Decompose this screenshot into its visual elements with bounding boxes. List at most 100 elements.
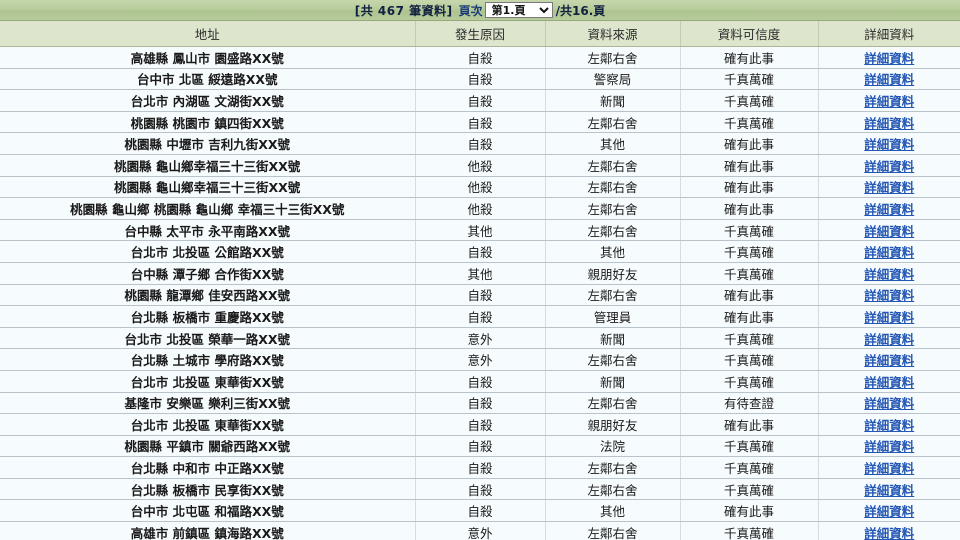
cell-cause: 自殺: [415, 68, 546, 91]
cell-source: 法院: [545, 435, 681, 458]
column-header-detail: 詳細資料: [818, 21, 960, 47]
detail-link[interactable]: 詳細資料: [864, 332, 914, 347]
cell-source: 警察局: [545, 68, 681, 91]
detail-link[interactable]: 詳細資料: [864, 116, 914, 131]
detail-link[interactable]: 詳細資料: [864, 224, 914, 239]
detail-link[interactable]: 詳細資料: [864, 353, 914, 368]
column-header-address: 地址: [0, 21, 416, 47]
detail-link[interactable]: 詳細資料: [864, 94, 914, 109]
cell-credibility: 千真萬確: [680, 111, 819, 134]
table-row: 高雄縣 鳳山市 園盛路XX號 自殺 左鄰右舍 確有此事 詳細資料: [0, 46, 960, 69]
cell-address: 台北縣 板橋市 民享街XX號: [0, 478, 416, 501]
table-row: 台北市 北投區 公館路XX號 自殺 其他 千真萬確 詳細資料: [0, 240, 960, 263]
cell-detail: 詳細資料: [818, 478, 960, 501]
cell-cause: 他殺: [415, 197, 546, 220]
cell-detail: 詳細資料: [818, 305, 960, 328]
cell-detail: 詳細資料: [818, 348, 960, 371]
cell-credibility: 千真萬確: [680, 435, 819, 458]
detail-link[interactable]: 詳細資料: [864, 245, 914, 260]
cell-cause: 自殺: [415, 370, 546, 393]
detail-link[interactable]: 詳細資料: [864, 418, 914, 433]
cell-source: 親朋好友: [545, 413, 681, 436]
table-row: 高雄市 前鎮區 鎮海路XX號 意外 左鄰右舍 千真萬確 詳細資料: [0, 521, 960, 540]
cell-credibility: 千真萬確: [680, 478, 819, 501]
cell-credibility: 千真萬確: [680, 456, 819, 479]
column-header-credibility: 資料可信度: [680, 21, 819, 47]
cell-detail: 詳細資料: [818, 89, 960, 112]
detail-link[interactable]: 詳細資料: [864, 461, 914, 476]
cell-cause: 自殺: [415, 284, 546, 307]
cell-cause: 自殺: [415, 478, 546, 501]
table-row: 桃園縣 龜山鄉 桃園縣 龜山鄉 幸福三十三街XX號 他殺 左鄰右舍 確有此事 詳細資料: [0, 197, 960, 220]
cell-address: 高雄市 前鎮區 鎮海路XX號: [0, 521, 416, 540]
table-header-row: 地址 發生原因 資料來源 資料可信度 詳細資料: [0, 21, 960, 47]
table-row: 台中縣 太平市 永平南路XX號 其他 左鄰右舍 千真萬確 詳細資料: [0, 219, 960, 242]
cell-source: 左鄰右舍: [545, 456, 681, 479]
detail-link[interactable]: 詳細資料: [864, 310, 914, 325]
cell-detail: 詳細資料: [818, 197, 960, 220]
cell-detail: 詳細資料: [818, 176, 960, 199]
table-body: 高雄縣 鳳山市 園盛路XX號 自殺 左鄰右舍 確有此事 詳細資料 台中市 北區 綏遠路XX…: [0, 46, 960, 540]
cell-address: 台中市 北屯區 和福路XX號: [0, 499, 416, 523]
cell-address: 台中市 北區 綏遠路XX號: [0, 68, 416, 91]
cell-cause: 他殺: [415, 176, 546, 199]
cell-cause: 其他: [415, 262, 546, 285]
cell-address: 台北市 內湖區 文湖街XX號: [0, 89, 416, 112]
cell-source: 左鄰右舍: [545, 478, 681, 501]
cell-source: 左鄰右舍: [545, 219, 681, 242]
detail-link[interactable]: 詳細資料: [864, 504, 914, 519]
detail-link[interactable]: 詳細資料: [864, 202, 914, 217]
table-row: 台中縣 潭子鄉 合作街XX號 其他 親朋好友 千真萬確 詳細資料: [0, 262, 960, 285]
detail-link[interactable]: 詳細資料: [864, 180, 914, 195]
detail-link[interactable]: 詳細資料: [864, 375, 914, 390]
cell-address: 台北縣 中和市 中正路XX號: [0, 456, 416, 479]
cell-detail: 詳細資料: [818, 284, 960, 307]
cell-address: 台北縣 土城市 學府路XX號: [0, 348, 416, 371]
cell-credibility: 確有此事: [680, 154, 819, 177]
detail-link[interactable]: 詳細資料: [864, 137, 914, 152]
cell-credibility: 千真萬確: [680, 240, 819, 263]
detail-link[interactable]: 詳細資料: [864, 288, 914, 303]
cell-cause: 意外: [415, 348, 546, 371]
cell-source: 左鄰右舍: [545, 348, 681, 371]
cell-cause: 自殺: [415, 499, 546, 523]
table-row: 台北縣 板橋市 重慶路XX號 自殺 管理員 確有此事 詳細資料: [0, 305, 960, 328]
cell-detail: 詳細資料: [818, 240, 960, 263]
cell-credibility: 確有此事: [680, 197, 819, 220]
cell-address: 台中縣 潭子鄉 合作街XX號: [0, 262, 416, 285]
table-row: 台北縣 土城市 學府路XX號 意外 左鄰右舍 千真萬確 詳細資料: [0, 348, 960, 371]
cell-credibility: 確有此事: [680, 284, 819, 307]
table-header: 地址 發生原因 資料來源 資料可信度 詳細資料: [0, 21, 960, 47]
detail-link[interactable]: 詳細資料: [864, 439, 914, 454]
cell-source: 左鄰右舍: [545, 284, 681, 307]
cell-address: 台北市 北投區 公館路XX號: [0, 240, 416, 263]
cell-cause: 自殺: [415, 435, 546, 458]
detail-link[interactable]: 詳細資料: [864, 526, 914, 540]
detail-link[interactable]: 詳細資料: [864, 72, 914, 87]
cell-credibility: 確有此事: [680, 305, 819, 328]
cell-detail: 詳細資料: [818, 46, 960, 69]
cell-address: 桃園縣 龜山鄉 桃園縣 龜山鄉 幸福三十三街XX號: [0, 197, 416, 220]
cell-cause: 他殺: [415, 154, 546, 177]
cell-address: 高雄縣 鳳山市 園盛路XX號: [0, 46, 416, 69]
cell-detail: 詳細資料: [818, 435, 960, 458]
cell-credibility: 千真萬確: [680, 219, 819, 242]
detail-link[interactable]: 詳細資料: [864, 396, 914, 411]
detail-link[interactable]: 詳細資料: [864, 51, 914, 66]
detail-link[interactable]: 詳細資料: [864, 483, 914, 498]
detail-link[interactable]: 詳細資料: [864, 159, 914, 174]
table-row: 桃園縣 龜山鄉幸福三十三街XX號 他殺 左鄰右舍 確有此事 詳細資料: [0, 154, 960, 177]
cell-cause: 自殺: [415, 413, 546, 436]
cell-credibility: 千真萬確: [680, 68, 819, 91]
table-row: 桃園縣 桃園市 鎮四街XX號 自殺 左鄰右舍 千真萬確 詳細資料: [0, 111, 960, 134]
page-select[interactable]: 第1.頁第2.頁第3.頁第4.頁第5.頁第6.頁第7.頁第8.頁第9.頁第10.…: [484, 2, 553, 18]
cell-detail: 詳細資料: [818, 219, 960, 242]
cell-detail: 詳細資料: [818, 499, 960, 523]
cell-credibility: 千真萬確: [680, 262, 819, 285]
cell-cause: 自殺: [415, 392, 546, 415]
cell-credibility: 確有此事: [680, 499, 819, 523]
cell-detail: 詳細資料: [818, 111, 960, 134]
cell-address: 台北市 北投區 東華街XX號: [0, 413, 416, 436]
detail-link[interactable]: 詳細資料: [864, 267, 914, 282]
cell-address: 桃園縣 平鎮市 關爺西路XX號: [0, 435, 416, 458]
